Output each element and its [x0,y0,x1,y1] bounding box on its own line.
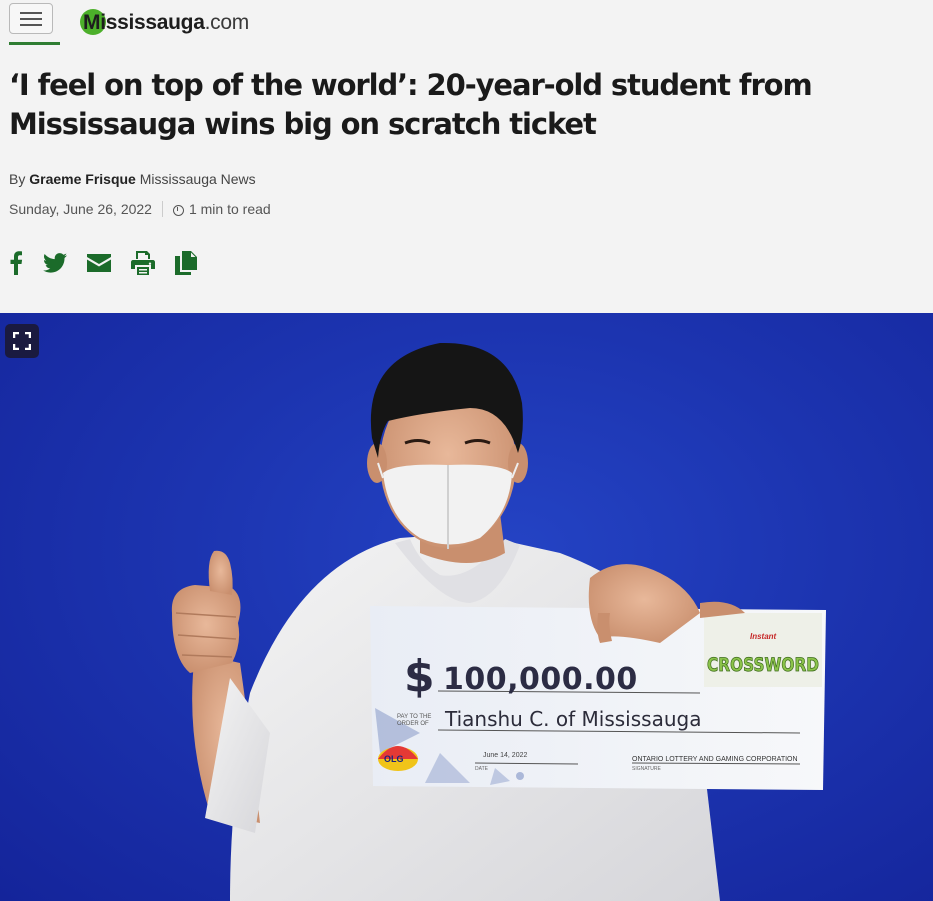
read-time: 1 min to read [188,201,271,217]
divider [161,201,163,217]
twitter-icon[interactable] [43,253,67,273]
dateline: Sunday, June 26, 2022 1 min to read [9,201,271,217]
hamburger-menu-button[interactable] [9,3,53,34]
copy-icon[interactable] [175,251,197,275]
logo-suffix: .com [204,11,250,34]
cheque-currency-sign: $ [404,651,435,702]
game-name: CROSSWORD [707,654,819,676]
menu-bar-icon [20,11,42,14]
cheque-amount: 100,000.00 [443,662,638,697]
email-icon[interactable] [87,254,111,272]
cheque-date-label: DATE [475,766,489,772]
cheque-corporation: ONTARIO LOTTERY AND GAMING CORPORATION [632,756,798,763]
stopwatch-icon [172,204,184,216]
pay-to-label-2: ORDER OF [397,721,429,727]
photo-illustration: $ 100,000.00 PAY TO THE ORDER OF Tianshu… [171,342,826,901]
logo-wordmark: Mississauga.com [80,11,249,35]
cheque-date: June 14, 2022 [483,752,527,759]
share-bar [9,251,197,275]
publication-name: Mississauga News [139,171,256,187]
site-header: Mississauga.com [0,0,933,46]
fullscreen-button[interactable] [5,324,39,358]
site-logo[interactable]: Mississauga.com [80,8,249,38]
print-icon[interactable] [131,251,155,275]
expand-icon [13,332,31,350]
article-photo[interactable]: $ 100,000.00 PAY TO THE ORDER OF Tianshu… [0,313,933,901]
facebook-icon[interactable] [9,251,23,275]
author-name[interactable]: Graeme Frisque [29,171,136,187]
cheque-payee: Tianshu C. of Mississauga [444,707,701,731]
cheque-signature-label: SIGNATURE [632,766,661,772]
publish-date: Sunday, June 26, 2022 [9,201,152,217]
logo-brand: Mississauga [83,11,205,34]
byline-prefix: By [9,171,26,187]
byline: By Graeme Frisque Mississauga News [9,171,256,187]
menu-bar-icon [20,23,42,26]
pay-to-label-1: PAY TO THE [397,714,431,720]
menu-active-indicator [9,42,60,45]
olg-logo-text: OLG [384,754,404,764]
menu-bar-icon [20,17,42,20]
game-tag: Instant [750,632,777,641]
article-headline: ‘I feel on top of the world’: 20-year-ol… [9,68,813,141]
